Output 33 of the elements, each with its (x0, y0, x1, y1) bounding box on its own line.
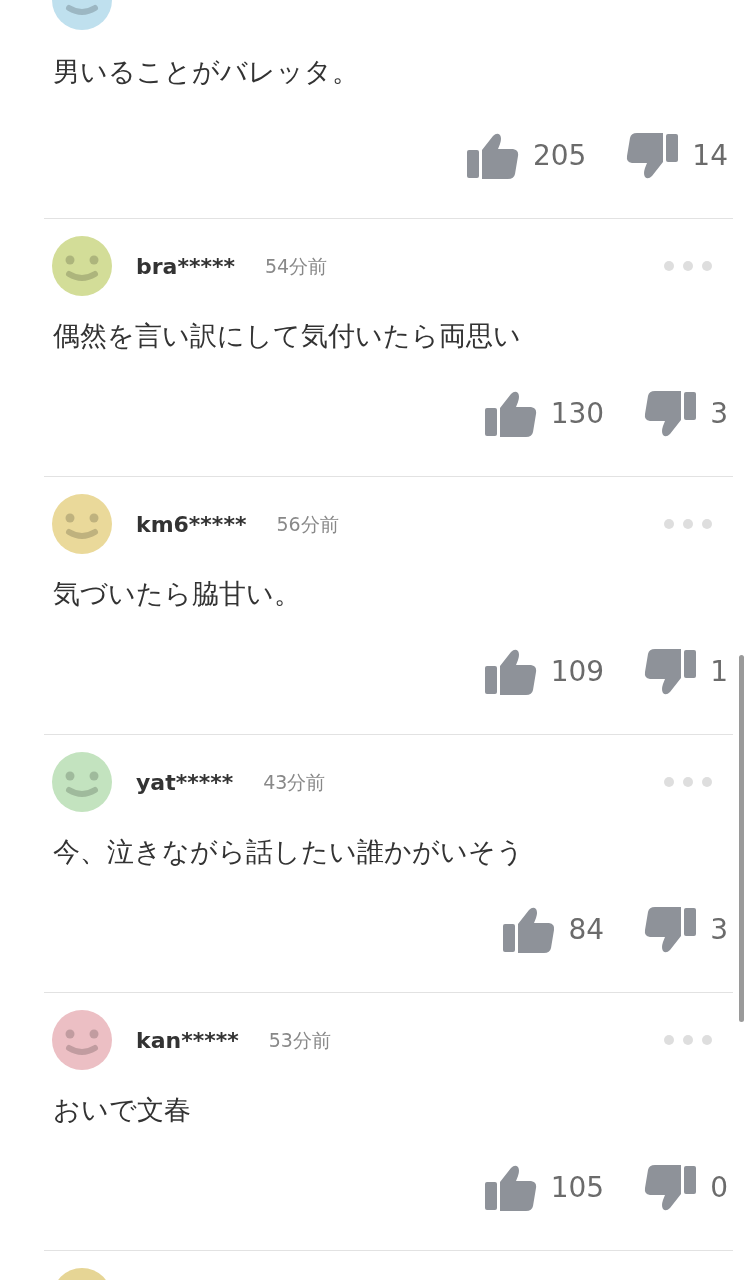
dislike-count: 3 (710, 916, 728, 944)
username[interactable]: bra***** (136, 249, 235, 283)
timestamp: 54分前 (264, 253, 328, 279)
thumbs-down-icon[interactable] (644, 906, 697, 954)
thumbs-down-icon[interactable] (644, 648, 697, 696)
like-count: 105 (550, 1174, 605, 1202)
thumbs-up-icon[interactable] (466, 132, 519, 180)
thumbs-up-icon[interactable] (484, 1164, 537, 1212)
dislike-count: 3 (710, 400, 728, 428)
comment-text: 気づいたら脇甘い。 (52, 577, 302, 611)
thumbs-down-icon[interactable] (644, 390, 697, 438)
like-count: 130 (550, 400, 605, 428)
username[interactable]: kan***** (136, 1023, 239, 1057)
thumbs-down-icon[interactable] (644, 1164, 697, 1212)
dislike-count: 1 (710, 658, 728, 686)
thumbs-up-icon[interactable] (484, 648, 537, 696)
comment-text: おいで文春 (52, 1093, 192, 1127)
like-count: 205 (532, 142, 587, 170)
timestamp: 43分前 (263, 769, 326, 795)
dislike-count: 0 (710, 1174, 728, 1202)
comment-text: 今、泣きながら話したい誰かがいそう (52, 835, 525, 869)
like-count: 109 (550, 658, 605, 686)
thumbs-down-icon[interactable] (626, 132, 679, 180)
comment-text: 男いることがバレッタ。 (52, 55, 360, 89)
thumbs-up-icon[interactable] (502, 906, 555, 954)
username[interactable]: yat***** (136, 765, 234, 799)
timestamp: 56分前 (276, 511, 339, 537)
timestamp: 53分前 (268, 1027, 331, 1053)
dislike-count: 14 (692, 142, 728, 170)
username[interactable]: km6***** (136, 507, 247, 541)
comment-text: 偶然を言い訳にして気付いたら両思い (52, 319, 522, 353)
like-count: 84 (568, 916, 605, 944)
thumbs-up-icon[interactable] (484, 390, 537, 438)
